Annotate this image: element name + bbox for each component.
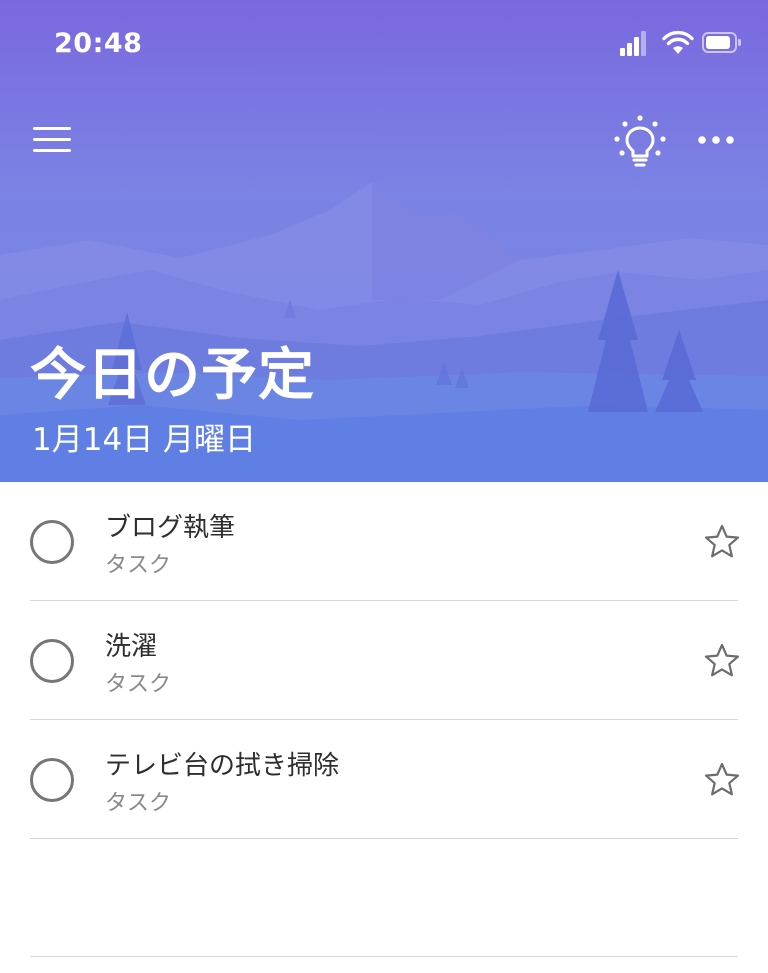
complete-checkbox[interactable] (30, 520, 74, 564)
star-icon (704, 524, 740, 558)
row-divider (30, 956, 738, 957)
importance-star-button[interactable] (702, 522, 742, 562)
more-options-button[interactable] (696, 124, 736, 156)
hamburger-menu-icon (33, 127, 71, 152)
task-row[interactable]: テレビ台の拭き掃除 タスク (0, 720, 768, 839)
suggestions-button[interactable] (612, 114, 668, 170)
status-time: 20:48 (54, 28, 143, 59)
header-banner: 20:48 今日の予定 1月14日 月曜日 (0, 0, 768, 482)
task-title: ブログ執筆 (105, 513, 236, 543)
more-dots-icon (698, 136, 734, 144)
status-icons (620, 30, 741, 62)
page-title: 今日の予定 (30, 343, 315, 408)
lightbulb-icon (614, 115, 666, 167)
battery-icon (702, 32, 741, 53)
signal-icon (620, 31, 646, 56)
star-icon (704, 643, 740, 677)
complete-checkbox[interactable] (30, 639, 74, 683)
task-row[interactable]: ブログ執筆 タスク (0, 482, 768, 601)
task-list-name: タスク (105, 791, 172, 816)
star-icon (704, 762, 740, 796)
importance-star-button[interactable] (702, 641, 742, 681)
hamburger-menu-button[interactable] (32, 124, 72, 156)
task-list-name: タスク (105, 553, 172, 578)
empty-list-row (0, 839, 768, 957)
task-title: テレビ台の拭き掃除 (105, 751, 340, 781)
task-title: 洗濯 (105, 632, 158, 662)
page-date: 1月14日 月曜日 (32, 422, 257, 458)
task-list-name: タスク (105, 672, 172, 697)
complete-checkbox[interactable] (30, 758, 74, 802)
task-row[interactable]: 洗濯 タスク (0, 601, 768, 720)
task-list: ブログ執筆 タスク 洗濯 タスク テレビ台の拭き掃除 タスク (0, 482, 768, 839)
importance-star-button[interactable] (702, 760, 742, 800)
wifi-icon (662, 30, 694, 54)
